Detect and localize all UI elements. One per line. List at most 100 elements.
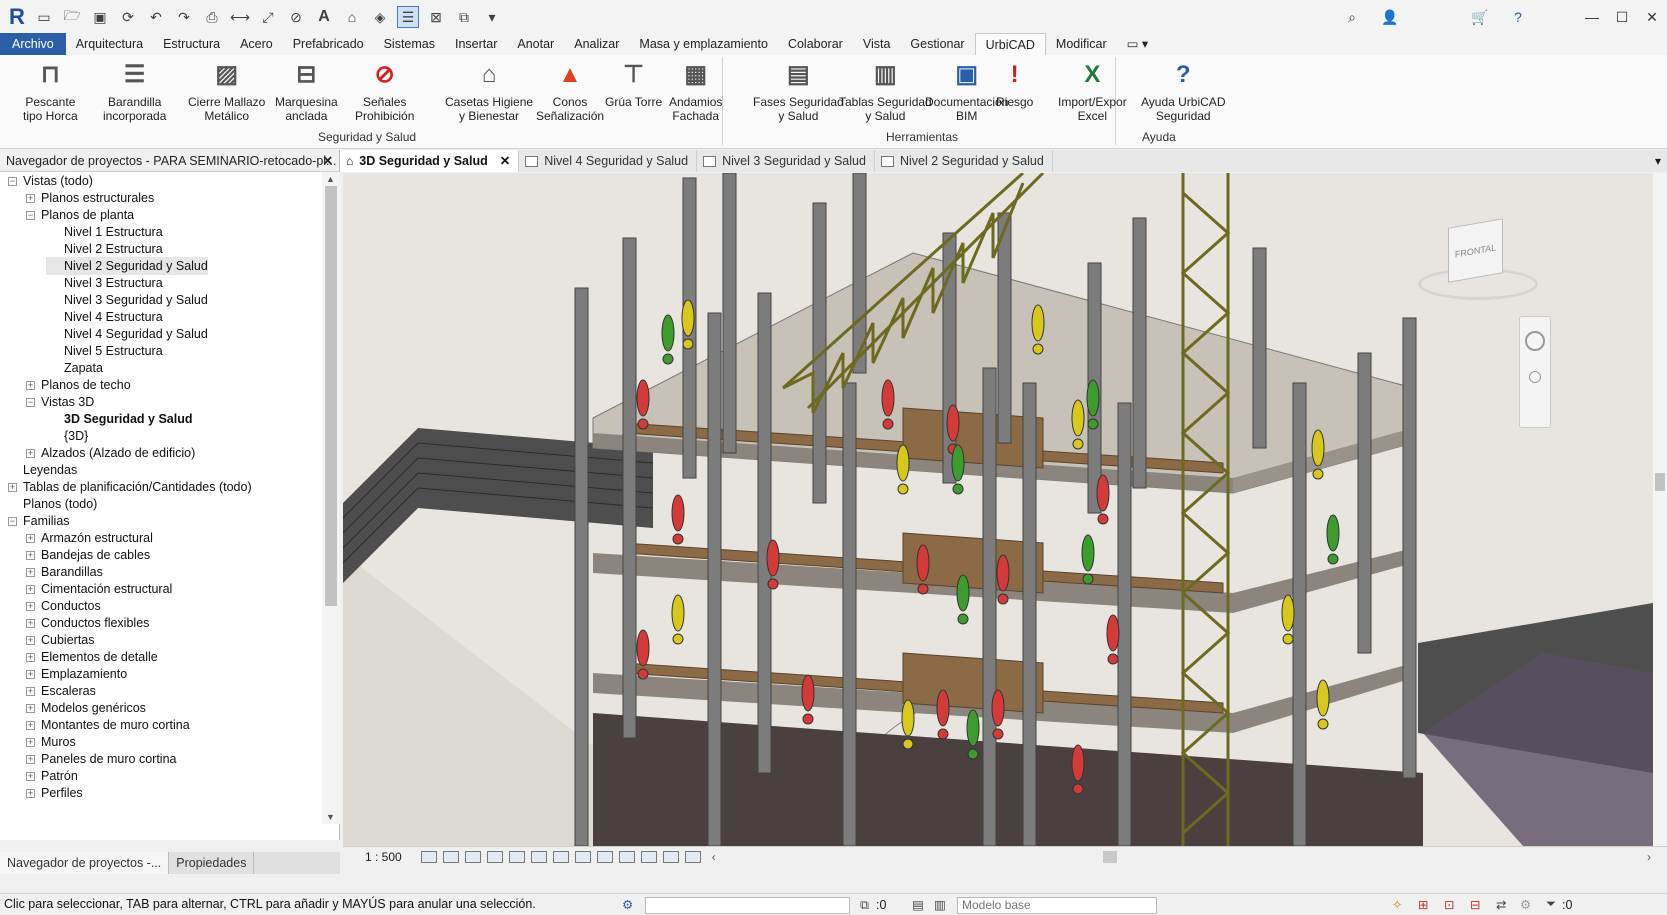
shadows-icon[interactable] xyxy=(486,850,503,863)
ribbon-button-pescante-tipo-horca[interactable]: ⊓ Pescante tipo Horca xyxy=(23,57,78,131)
design-options-icon[interactable]: ▥ xyxy=(934,897,946,912)
expand-icon[interactable]: + xyxy=(26,687,35,697)
visual-style-icon[interactable] xyxy=(442,850,459,863)
tab-overflow-icon[interactable]: ▾ xyxy=(1655,150,1667,172)
scroll-left-icon[interactable]: ‹ xyxy=(712,850,716,864)
select-underlay-icon[interactable]: ⊞ xyxy=(1418,897,1428,912)
menu-tab-modificar[interactable]: Modificar xyxy=(1046,33,1117,55)
ribbon-button-andamios-fachada[interactable]: ▦ Andamios Fachada xyxy=(669,57,722,131)
folder-icon[interactable]: 🗁 xyxy=(61,6,83,28)
tab-nivel-2[interactable]: Nivel 2 Seguridad y Salud xyxy=(875,150,1053,172)
workset-dropdown[interactable] xyxy=(645,897,850,914)
menu-tab-masa-y-emplazamiento[interactable]: Masa y emplazamiento xyxy=(629,33,778,55)
text-icon[interactable]: A xyxy=(313,6,335,28)
tree-item[interactable]: Nivel 5 Estructura xyxy=(46,342,163,360)
steering-wheel-icon[interactable] xyxy=(1525,331,1545,351)
tree-item[interactable]: Nivel 2 Seguridad y Salud xyxy=(46,257,208,275)
crop-view-icon[interactable] xyxy=(530,850,547,863)
tree-item[interactable]: + Armazón estructural xyxy=(26,529,153,547)
tree-item[interactable]: − Familias xyxy=(8,512,70,530)
customize-qat-icon[interactable]: ▾ xyxy=(481,6,503,28)
select-pinned-icon[interactable]: ⊡ xyxy=(1444,897,1454,912)
temp-hide-icon[interactable] xyxy=(596,850,613,863)
expand-icon[interactable]: + xyxy=(8,483,17,493)
section-icon[interactable]: ◈ xyxy=(369,6,391,28)
expand-icon[interactable]: + xyxy=(26,704,35,714)
tab-nivel-4[interactable]: Nivel 4 Seguridad y Salud xyxy=(519,150,698,172)
detail-level-icon[interactable] xyxy=(420,850,437,863)
zoom-icon[interactable] xyxy=(1529,371,1541,383)
select-by-face-icon[interactable]: ⊟ xyxy=(1470,897,1480,912)
close-icon[interactable]: ✕ xyxy=(500,150,510,172)
menu-tab-sistemas[interactable]: Sistemas xyxy=(374,33,445,55)
expand-icon[interactable]: + xyxy=(26,449,35,459)
expand-icon[interactable]: + xyxy=(26,755,35,765)
analytical-model-icon[interactable] xyxy=(684,850,701,863)
render-icon[interactable] xyxy=(508,850,525,863)
tree-item[interactable]: + Barandillas xyxy=(26,563,103,581)
tree-item[interactable]: + Bandejas de cables xyxy=(26,546,150,564)
ribbon-button-import-expor-excel[interactable]: X Import/Expor Excel xyxy=(1058,57,1127,131)
tree-item[interactable]: Nivel 2 Estructura xyxy=(46,240,163,258)
switch-windows-icon[interactable]: ⧉ xyxy=(453,6,475,28)
3d-viewport[interactable]: FRONTAL xyxy=(343,173,1653,846)
tree-item[interactable]: + Planos estructurales xyxy=(26,189,154,207)
tab-properties[interactable]: Propiedades xyxy=(169,852,255,874)
sun-path-icon[interactable] xyxy=(464,850,481,863)
ribbon-button-marquesina-anclada[interactable]: ⊟ Marquesina anclada xyxy=(275,57,338,131)
tab-3d-seguridad[interactable]: ⌂ 3D Seguridad y Salud ✕ xyxy=(340,150,520,172)
menu-tab-estructura[interactable]: Estructura xyxy=(153,33,230,55)
expand-icon[interactable]: + xyxy=(26,772,35,782)
menu-tab-gestionar[interactable]: Gestionar xyxy=(900,33,974,55)
filter-icon[interactable]: ⏷ xyxy=(1546,897,1556,912)
expand-icon[interactable]: + xyxy=(26,194,35,204)
scroll-thumb[interactable] xyxy=(325,186,337,606)
view-scale[interactable]: 1 : 500 xyxy=(343,850,418,864)
tree-item[interactable]: − Vistas 3D xyxy=(26,393,94,411)
menu-tab-prefabricado[interactable]: Prefabricado xyxy=(283,33,374,55)
tree-item[interactable]: − Planos de planta xyxy=(26,206,134,224)
ribbon-button-gr-a-torre[interactable]: ⊤ Grúa Torre xyxy=(605,57,662,131)
menu-tab-colaborar[interactable]: Colaborar xyxy=(778,33,853,55)
print-icon[interactable]: ⎙ xyxy=(201,6,223,28)
design-option-dropdown[interactable]: Modelo base xyxy=(957,897,1157,914)
close-icon[interactable]: ✕ xyxy=(323,150,333,171)
tree-item[interactable]: + Montantes de muro cortina xyxy=(26,716,190,734)
revit-logo-icon[interactable]: R xyxy=(4,4,30,30)
tree-item[interactable]: Nivel 3 Estructura xyxy=(46,274,163,292)
tree-item[interactable]: + Planos de techo xyxy=(26,376,131,394)
viewcube[interactable]: FRONTAL xyxy=(1418,208,1538,308)
tree-item[interactable]: Nivel 1 Estructura xyxy=(46,223,163,241)
redo-icon[interactable]: ↷ xyxy=(173,6,195,28)
expand-icon[interactable]: + xyxy=(26,568,35,578)
tree-item[interactable]: 3D Seguridad y Salud xyxy=(46,410,193,428)
menu-tab-urbicad[interactable]: UrbiCAD xyxy=(974,33,1046,55)
select-links-icon[interactable]: ✧ xyxy=(1392,897,1402,912)
ribbon-button-fases-seguridad-y-salud[interactable]: ▤ Fases Seguridad y Salud xyxy=(753,57,844,131)
tree-item[interactable]: Nivel 4 Seguridad y Salud xyxy=(46,325,208,343)
ribbon-button-tablas-seguridad-y-salud[interactable]: ▥ Tablas Seguridad y Salud xyxy=(839,57,932,131)
horizontal-scroll-thumb[interactable] xyxy=(1103,851,1117,863)
tree-item[interactable]: + Muros xyxy=(26,733,76,751)
tree-item[interactable]: Nivel 3 Seguridad y Salud xyxy=(46,291,208,309)
reveal-hidden-icon[interactable] xyxy=(618,850,635,863)
expand-icon[interactable]: + xyxy=(26,721,35,731)
ribbon-button-se-ales-prohibici-n[interactable]: ⊘ Señales Prohibición xyxy=(355,57,414,131)
menu-tab-acero[interactable]: Acero xyxy=(230,33,283,55)
measure-icon[interactable]: ⟷ xyxy=(229,6,251,28)
collapse-icon[interactable]: − xyxy=(8,517,17,527)
expand-icon[interactable]: + xyxy=(26,670,35,680)
user-icon[interactable]: 👤 xyxy=(1379,6,1401,28)
expand-icon[interactable]: + xyxy=(26,551,35,561)
tag-icon[interactable]: ⊘ xyxy=(285,6,307,28)
help-circle-icon[interactable]: ? xyxy=(1507,6,1529,28)
tree-item[interactable]: − Vistas (todo) xyxy=(8,172,93,190)
collapse-icon[interactable]: − xyxy=(26,398,35,408)
tree-item[interactable]: + Modelos genéricos xyxy=(26,699,146,717)
dimension-icon[interactable]: ⤢ xyxy=(257,6,279,28)
ribbon-button-conos-se-alizaci-n[interactable]: ▲ Conos Señalización xyxy=(536,57,604,131)
tree-item[interactable]: + Tablas de planificación/Cantidades (tod… xyxy=(8,478,252,496)
expand-icon[interactable]: + xyxy=(26,381,35,391)
expand-icon[interactable]: + xyxy=(26,636,35,646)
expand-icon[interactable]: + xyxy=(26,738,35,748)
